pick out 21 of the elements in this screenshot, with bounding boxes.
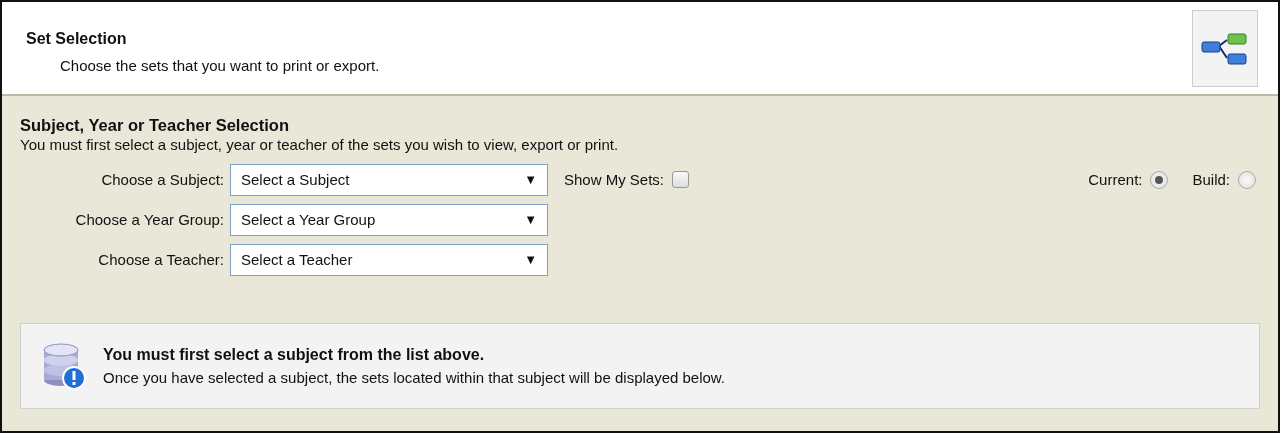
notice-message: Once you have selected a subject, the sets located within that subject will be displayed below. [103,367,726,388]
select-dropdown[interactable]: Select a Subject ▼ [230,163,548,196]
field-label: Choose a Year Group: [74,209,225,230]
field-label: Choose a Teacher: [97,249,225,270]
radio-button[interactable] [1238,170,1256,189]
page-subtitle: Choose the sets that you want to print or export. [59,56,380,76]
field-label: Choose a Subject: [100,169,225,190]
radio-label: Current: [1088,169,1143,190]
radio-label: Build: [1192,169,1230,190]
database-info-icon [41,342,87,390]
notice-title: You must first select a subject from the list above. [103,344,486,365]
checkbox-label: Show My Sets: [564,169,665,190]
hierarchy-icon-tile[interactable] [1192,10,1258,87]
radio-button[interactable] [1150,170,1169,189]
hierarchy-icon [1201,31,1249,66]
section-description: You must first select a subject, year or teacher of the sets you wish to view, export or print. [20,135,620,154]
checkbox[interactable] [672,171,690,189]
select-dropdown[interactable]: Select a Year Group ▼ [230,203,548,236]
page-title: Set Selection [26,29,128,49]
section-title: Subject, Year or Teacher Selection [20,116,290,136]
select-dropdown[interactable]: Select a Teacher ▼ [230,243,548,276]
